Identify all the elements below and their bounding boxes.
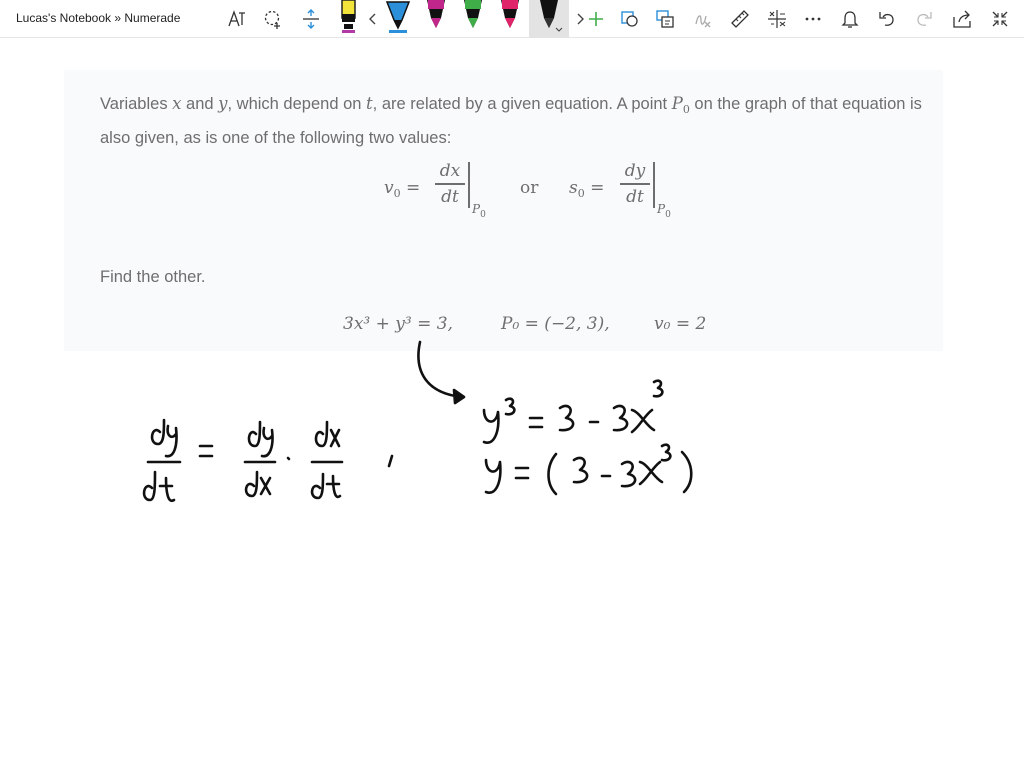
ink-y	[482, 408, 500, 444]
ink-arrow	[417, 340, 464, 399]
ink-sup-3-c	[660, 443, 672, 462]
ink-arrowhead	[452, 388, 466, 405]
ink-close-paren	[680, 450, 693, 494]
ink-x	[630, 408, 656, 434]
ink-dot	[286, 456, 291, 461]
ink-three-3	[572, 456, 589, 484]
ink-equals-2	[528, 416, 544, 429]
ink-dt-denominator	[142, 470, 176, 503]
ink-x-2	[638, 460, 664, 486]
ink-dx-numerator	[314, 420, 341, 448]
ink-dt-denominator-2	[310, 472, 342, 500]
ink-dy-numerator-2	[247, 420, 274, 458]
ink-sup-3	[504, 397, 516, 416]
ink-three-4	[620, 460, 637, 488]
ink-y-2	[484, 458, 502, 494]
ink-canvas[interactable]	[0, 0, 1024, 768]
ink-comma	[387, 454, 394, 468]
ink-three	[558, 404, 575, 432]
ink-dx-denominator	[244, 470, 272, 498]
ink-three-2	[612, 404, 629, 432]
ink-equals-1	[198, 444, 214, 458]
ink-sup-3-b	[652, 379, 664, 398]
ink-open-paren	[547, 452, 558, 496]
ink-equals-3	[514, 466, 530, 480]
ink-dy-numerator	[150, 418, 178, 458]
